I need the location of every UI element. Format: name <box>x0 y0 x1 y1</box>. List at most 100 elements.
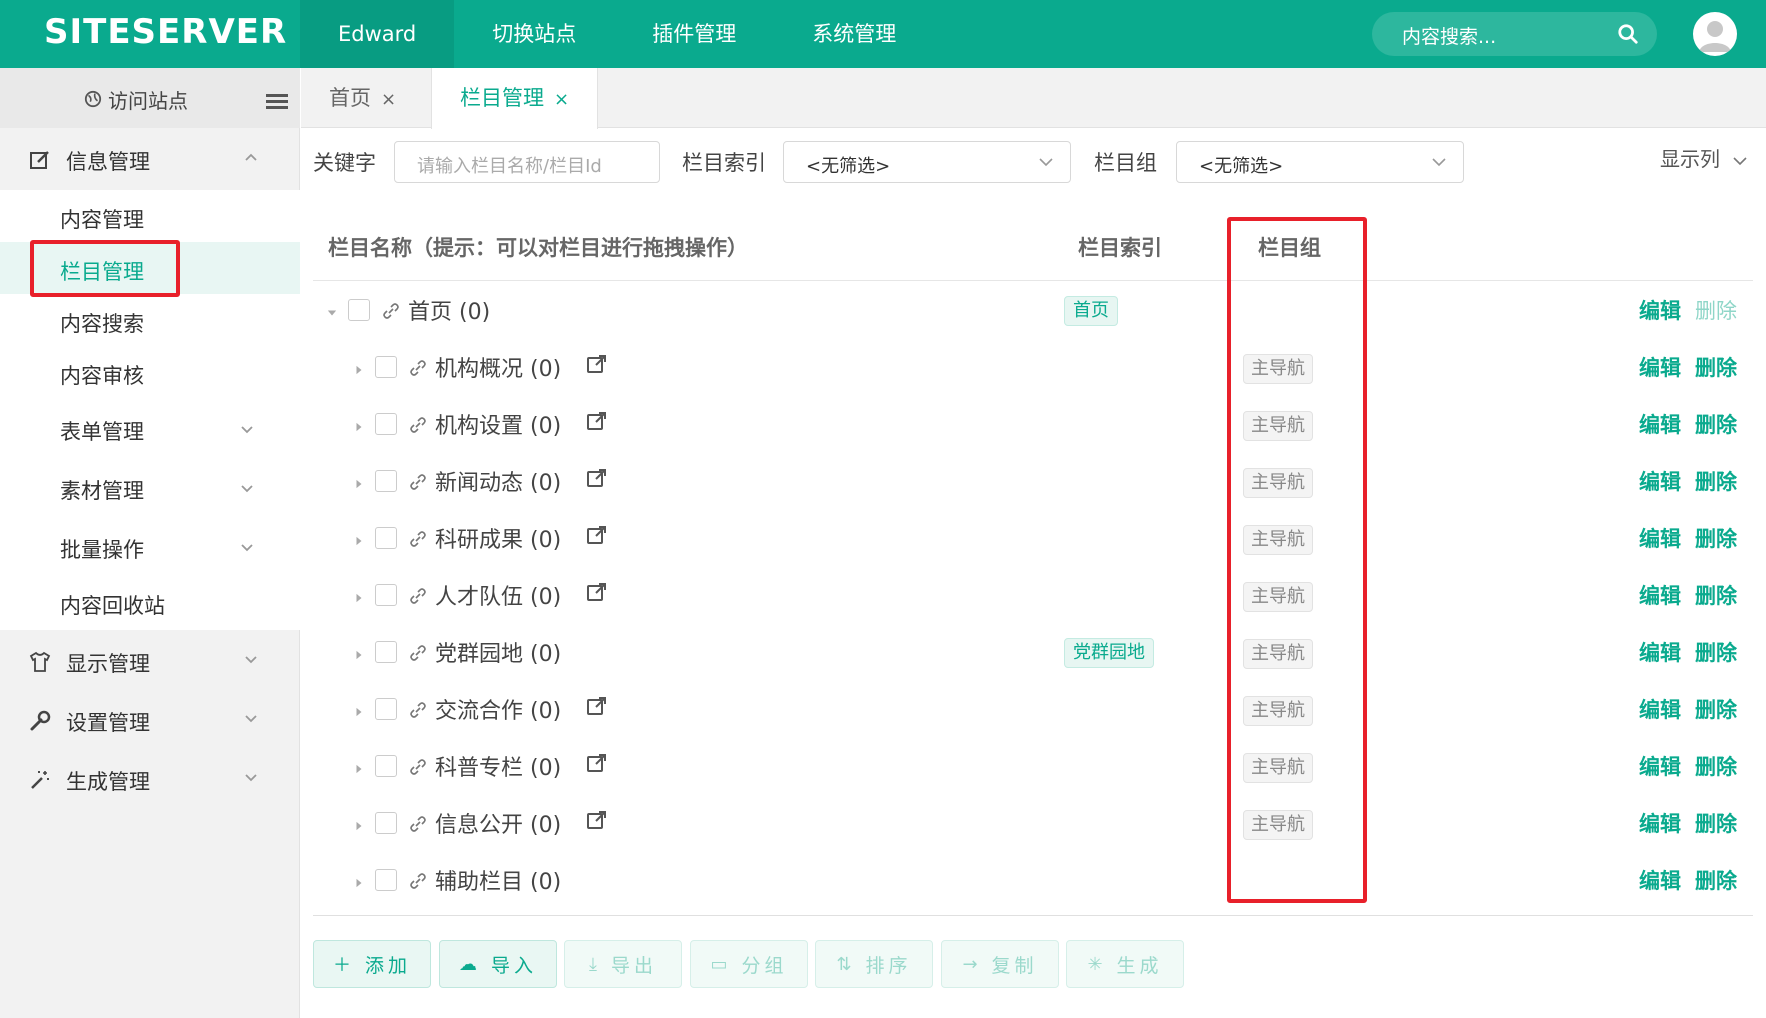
sidebar-group-display[interactable]: 显示管理 <box>0 632 300 690</box>
row-checkbox[interactable] <box>375 413 397 435</box>
table-row[interactable]: 辅助栏目 (0) 编辑 删除 <box>313 853 1753 910</box>
delete-link[interactable]: 删除 <box>1695 808 1737 838</box>
caret-right-icon[interactable] <box>354 417 364 432</box>
table-row[interactable]: 新闻动态 (0) 主导航 编辑 删除 <box>313 454 1753 511</box>
row-checkbox[interactable] <box>375 869 397 891</box>
sidebar-item-search[interactable]: 内容搜索 <box>0 294 300 346</box>
delete-link[interactable]: 删除 <box>1695 694 1737 724</box>
table-row[interactable]: 科研成果 (0) 主导航 编辑 删除 <box>313 511 1753 568</box>
close-icon[interactable]: × <box>554 70 569 130</box>
channel-name[interactable]: 党群园地 (0) <box>435 636 561 668</box>
sidebar-item-review[interactable]: 内容审核 <box>0 346 300 398</box>
row-checkbox[interactable] <box>375 698 397 720</box>
table-row[interactable]: 机构概况 (0) 主导航 编辑 删除 <box>313 340 1753 397</box>
row-checkbox[interactable] <box>375 470 397 492</box>
sort-button[interactable]: ⇅ 排序 <box>815 940 933 988</box>
delete-link[interactable]: 删除 <box>1695 637 1737 667</box>
edit-link[interactable]: 编辑 <box>1639 466 1681 496</box>
table-row[interactable]: 党群园地 (0) 党群园地 主导航 编辑 删除 <box>313 625 1753 682</box>
row-checkbox[interactable] <box>375 527 397 549</box>
external-link-icon[interactable] <box>586 752 608 774</box>
group-filter-select[interactable]: <无筛选> <box>1176 141 1464 183</box>
delete-link[interactable]: 删除 <box>1695 466 1737 496</box>
add-button[interactable]: ＋ 添加 <box>313 940 431 988</box>
delete-link[interactable]: 删除 <box>1695 523 1737 553</box>
import-button[interactable]: ☁ 导入 <box>439 940 557 988</box>
caret-right-icon[interactable] <box>354 531 364 546</box>
table-row[interactable]: 机构设置 (0) 主导航 编辑 删除 <box>313 397 1753 454</box>
copy-button[interactable]: → 复制 <box>941 940 1059 988</box>
channel-name[interactable]: 首页 (0) <box>408 294 490 326</box>
avatar[interactable] <box>1693 12 1737 56</box>
channel-name[interactable]: 机构设置 (0) <box>435 408 561 440</box>
external-link-icon[interactable] <box>586 410 608 432</box>
channel-name[interactable]: 辅助栏目 (0) <box>435 864 561 896</box>
topnav-switch-site[interactable]: 切换站点 <box>454 0 614 68</box>
channel-name[interactable]: 科研成果 (0) <box>435 522 561 554</box>
row-checkbox[interactable] <box>375 584 397 606</box>
caret-right-icon[interactable] <box>354 816 364 831</box>
group-button[interactable]: ▭ 分组 <box>690 940 808 988</box>
topnav-plugins[interactable]: 插件管理 <box>614 0 774 68</box>
channel-name[interactable]: 人才队伍 (0) <box>435 579 561 611</box>
edit-link[interactable]: 编辑 <box>1639 865 1681 895</box>
sidebar-item-material[interactable]: 素材管理 <box>0 461 300 513</box>
table-row[interactable]: 信息公开 (0) 主导航 编辑 删除 <box>313 796 1753 853</box>
edit-link[interactable]: 编辑 <box>1639 751 1681 781</box>
delete-link[interactable]: 删除 <box>1695 580 1737 610</box>
index-filter-select[interactable]: <无筛选> <box>783 141 1071 183</box>
menu-toggle-icon[interactable] <box>266 94 288 110</box>
table-row[interactable]: 人才队伍 (0) 主导航 编辑 删除 <box>313 568 1753 625</box>
channel-name[interactable]: 信息公开 (0) <box>435 807 561 839</box>
sidebar-group-settings[interactable]: 设置管理 <box>0 691 300 749</box>
edit-link[interactable]: 编辑 <box>1639 637 1681 667</box>
tab-home[interactable]: 首页 × <box>301 68 424 128</box>
row-checkbox[interactable] <box>348 299 370 321</box>
sidebar-group-info[interactable]: 信息管理 <box>0 130 300 188</box>
delete-link[interactable]: 删除 <box>1695 751 1737 781</box>
table-row[interactable]: 科普专栏 (0) 主导航 编辑 删除 <box>313 739 1753 796</box>
topnav-system[interactable]: 系统管理 <box>774 0 934 68</box>
caret-right-icon[interactable] <box>354 588 364 603</box>
channel-name[interactable]: 交流合作 (0) <box>435 693 561 725</box>
sidebar-item-batch[interactable]: 批量操作 <box>0 520 300 572</box>
caret-right-icon[interactable] <box>354 645 364 660</box>
search-icon[interactable] <box>1617 23 1639 45</box>
edit-link[interactable]: 编辑 <box>1639 523 1681 553</box>
export-button[interactable]: ⤓ 导出 <box>564 940 682 988</box>
edit-link[interactable]: 编辑 <box>1639 808 1681 838</box>
table-row[interactable]: 首页 (0) 首页 编辑 删除 <box>313 283 1753 340</box>
sidebar-item-recycle[interactable]: 内容回收站 <box>0 576 300 628</box>
table-row[interactable]: 交流合作 (0) 主导航 编辑 删除 <box>313 682 1753 739</box>
visit-site-link[interactable]: 访问站点 <box>108 85 188 114</box>
row-checkbox[interactable] <box>375 755 397 777</box>
channel-name[interactable]: 机构概况 (0) <box>435 351 561 383</box>
edit-link[interactable]: 编辑 <box>1639 409 1681 439</box>
external-link-icon[interactable] <box>586 467 608 489</box>
caret-right-icon[interactable] <box>354 474 364 489</box>
keyword-input[interactable]: 请输入栏目名称/栏目Id <box>394 141 660 183</box>
sidebar-group-generate[interactable]: 生成管理 <box>0 750 300 808</box>
row-checkbox[interactable] <box>375 812 397 834</box>
edit-link[interactable]: 编辑 <box>1639 580 1681 610</box>
edit-link[interactable]: 编辑 <box>1639 352 1681 382</box>
sidebar-item-content[interactable]: 内容管理 <box>0 190 300 242</box>
channel-name[interactable]: 科普专栏 (0) <box>435 750 561 782</box>
external-link-icon[interactable] <box>586 524 608 546</box>
external-link-icon[interactable] <box>586 695 608 717</box>
sidebar-item-form[interactable]: 表单管理 <box>0 402 300 454</box>
tab-channel[interactable]: 栏目管理 × <box>431 68 599 130</box>
search-input[interactable]: 内容搜索... <box>1372 12 1657 56</box>
row-checkbox[interactable] <box>375 641 397 663</box>
close-icon[interactable]: × <box>381 70 396 130</box>
caret-right-icon[interactable] <box>354 702 364 717</box>
external-link-icon[interactable] <box>586 581 608 603</box>
delete-link[interactable]: 删除 <box>1695 352 1737 382</box>
external-link-icon[interactable] <box>586 809 608 831</box>
caret-right-icon[interactable] <box>354 873 364 888</box>
caret-right-icon[interactable] <box>354 759 364 774</box>
delete-link[interactable]: 删除 <box>1695 865 1737 895</box>
delete-link[interactable]: 删除 <box>1695 409 1737 439</box>
caret-right-icon[interactable] <box>354 360 364 375</box>
edit-link[interactable]: 编辑 <box>1639 295 1681 325</box>
